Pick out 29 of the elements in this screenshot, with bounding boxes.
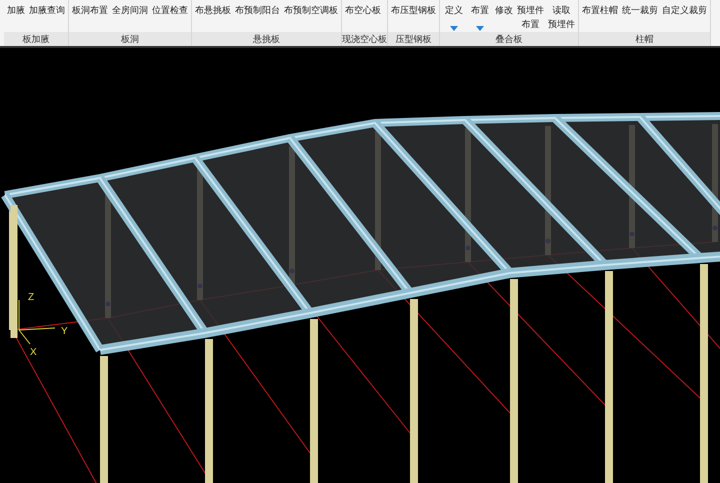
group-label: 板加腋 [4,32,68,46]
ribbon-button[interactable]: 读取 预埋件 [546,0,577,32]
axis-label: X [30,347,37,358]
group-label: 现浇空心板 [342,32,387,46]
ribbon-button[interactable]: 加腋 [5,0,27,32]
dropdown-button[interactable]: 布置 [467,0,493,32]
ribbon-button[interactable]: 自定义裁剪 [660,0,709,32]
group-label: 叠合板 [440,32,578,46]
group-label: 板洞 [69,32,191,46]
ribbon-button[interactable]: 布悬挑板 [193,0,233,32]
axis-label: Y [61,326,68,337]
axis-label: Z [28,292,34,303]
ribbon-button[interactable]: 布预制空调板 [282,0,340,32]
ribbon-button[interactable]: 布空心板 [343,0,383,32]
group-label: 柱帽 [579,32,710,46]
group-label: 压型钢板 [388,32,439,46]
ribbon-button[interactable]: 预埋件 布置 [515,0,546,32]
ribbon-button[interactable]: 加腋查询 [27,0,67,32]
ribbon-button[interactable]: 全房间洞 [110,0,150,32]
ribbon-button[interactable]: 板洞布置 [70,0,110,32]
ribbon-button[interactable]: 布压型钢板 [389,0,438,32]
ribbon-button[interactable]: 布预制阳台 [233,0,282,32]
ribbon-button[interactable]: 统一裁剪 [620,0,660,32]
ribbon-button[interactable]: 布置柱帽 [580,0,620,32]
axis-triad-icon [18,300,56,344]
ribbon-button[interactable]: 修改 [493,0,515,32]
dropdown-button[interactable]: 定义 [441,0,467,32]
group-label: 悬挑板 [192,32,341,46]
ribbon-button[interactable]: 位置检查 [150,0,190,32]
